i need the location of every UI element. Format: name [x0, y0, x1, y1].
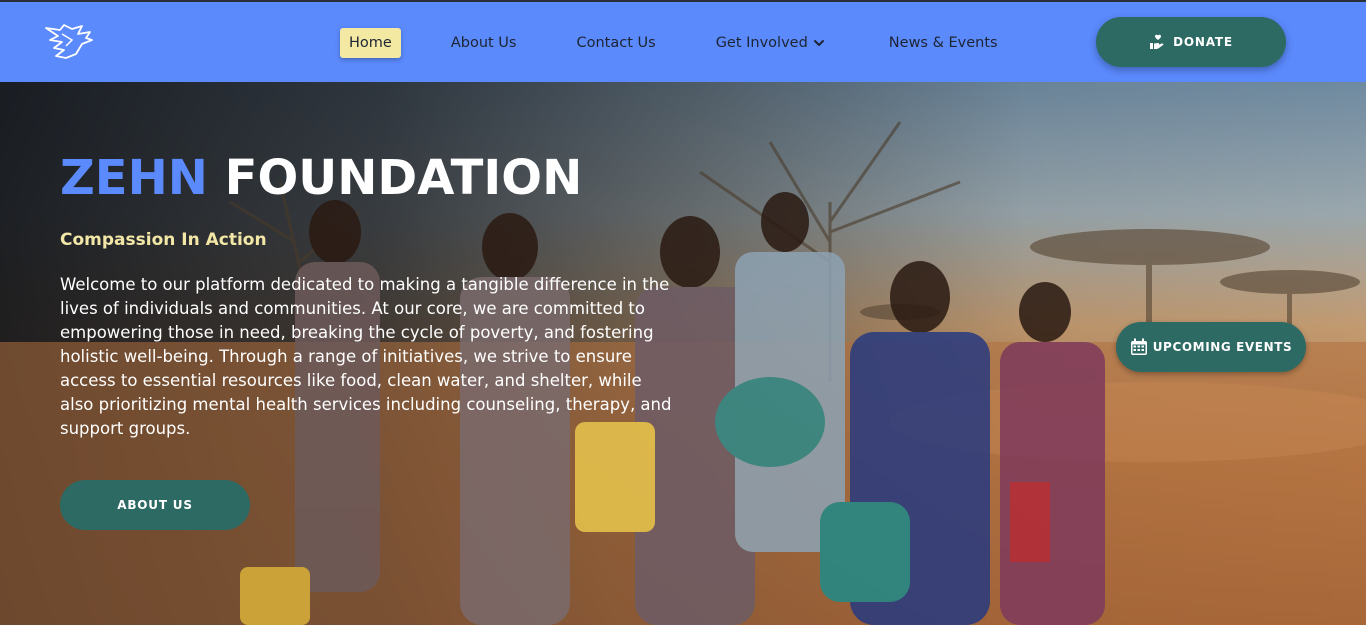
nav-contact-us[interactable]: Contact Us — [576, 28, 655, 58]
nav-get-involved-label: Get Involved — [715, 35, 808, 51]
calendar-icon — [1130, 338, 1147, 355]
hand-heart-icon — [1150, 34, 1164, 49]
dove-logo-icon[interactable] — [42, 20, 96, 64]
donate-button-label: DONATE — [1173, 35, 1233, 49]
hero-section: ZEHN FOUNDATION Compassion In Action Wel… — [0, 82, 1366, 625]
title-zehn: ZEHN — [60, 150, 208, 206]
page-title: ZEHN FOUNDATION — [60, 148, 582, 208]
nav-news-events[interactable]: News & Events — [889, 28, 998, 58]
donate-button[interactable]: DONATE — [1096, 17, 1286, 67]
about-us-button-label: ABOUT US — [117, 498, 193, 512]
nav-about-us[interactable]: About Us — [451, 28, 517, 58]
navbar: Home About Us Contact Us Get Involved Ne… — [0, 2, 1366, 82]
title-foundation: FOUNDATION — [224, 150, 583, 206]
upcoming-events-label: UPCOMING EVENTS — [1152, 340, 1293, 354]
tagline: Compassion In Action — [60, 230, 267, 250]
nav-get-involved[interactable]: Get Involved — [716, 28, 825, 58]
nav-home[interactable]: Home — [340, 28, 401, 58]
upcoming-events-button[interactable]: UPCOMING EVENTS — [1116, 322, 1306, 372]
hero-description: Welcome to our platform dedicated to mak… — [60, 275, 672, 438]
main-nav: Home About Us Contact Us Get Involved Ne… — [340, 28, 998, 58]
chevron-down-icon — [813, 40, 824, 46]
about-us-button[interactable]: ABOUT US — [60, 480, 250, 530]
